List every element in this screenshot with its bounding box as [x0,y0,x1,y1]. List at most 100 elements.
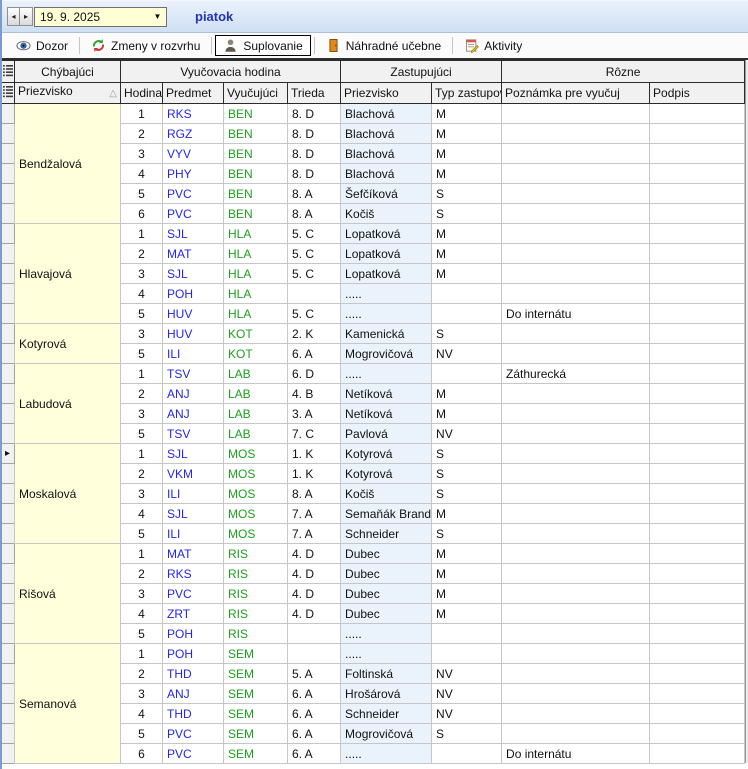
cell-vyucujuci[interactable]: SEM [224,724,288,744]
cell-podpis[interactable] [650,384,745,404]
absent-teacher-cell[interactable]: Moskalová [15,444,121,544]
cell-vyucujuci[interactable]: BEN [224,104,288,124]
cell-hodina[interactable]: 6 [121,744,163,764]
absent-teacher-cell[interactable]: Semanová [15,644,121,764]
cell-podpis[interactable] [650,444,745,464]
cell-vyucujuci[interactable]: BEN [224,124,288,144]
row-selector[interactable] [1,304,15,324]
cell-zastupujuci[interactable]: Blachová [341,164,432,184]
cell-podpis[interactable] [650,584,745,604]
cell-zastupujuci[interactable]: Lopatková [341,224,432,244]
cell-trieda[interactable]: 5. C [288,244,341,264]
cell-poznamka[interactable] [502,224,650,244]
cell-predmet[interactable]: SJL [163,264,224,284]
cell-hodina[interactable]: 2 [121,244,163,264]
cell-predmet[interactable]: ILI [163,524,224,544]
cell-predmet[interactable]: TSV [163,424,224,444]
cell-poznamka[interactable] [502,604,650,624]
cell-poznamka[interactable] [502,204,650,224]
row-selector[interactable] [1,504,15,524]
cell-podpis[interactable] [650,504,745,524]
cell-poznamka[interactable] [502,444,650,464]
row-selector[interactable] [1,464,15,484]
cell-hodina[interactable]: 2 [121,564,163,584]
cell-podpis[interactable] [650,624,745,644]
cell-vyucujuci[interactable]: MOS [224,484,288,504]
cell-hodina[interactable]: 1 [121,444,163,464]
cell-typ-zastupovania[interactable]: NV [432,424,502,444]
cell-vyucujuci[interactable]: LAB [224,384,288,404]
row-selector[interactable] [1,144,15,164]
cell-predmet[interactable]: ANJ [163,404,224,424]
cell-zastupujuci[interactable]: Kamenická [341,324,432,344]
cell-podpis[interactable] [650,424,745,444]
cell-podpis[interactable] [650,644,745,664]
cell-podpis[interactable] [650,604,745,624]
cell-predmet[interactable]: ILI [163,344,224,364]
cell-zastupujuci[interactable]: ..... [341,624,432,644]
cell-vyucujuci[interactable]: MOS [224,504,288,524]
cell-podpis[interactable] [650,684,745,704]
cell-hodina[interactable]: 1 [121,364,163,384]
cell-poznamka[interactable] [502,584,650,604]
cell-typ-zastupovania[interactable] [432,644,502,664]
cell-trieda[interactable]: 8. D [288,124,341,144]
column-group-zastupujuci[interactable]: Zastupujúci [341,61,502,83]
cell-podpis[interactable] [650,364,745,384]
cell-typ-zastupovania[interactable]: M [432,124,502,144]
cell-hodina[interactable]: 2 [121,464,163,484]
cell-hodina[interactable]: 5 [121,304,163,324]
column-group-chybajuci[interactable]: Chýbajúci [15,61,121,83]
row-selector[interactable] [1,164,15,184]
cell-trieda[interactable]: 5. C [288,264,341,284]
cell-typ-zastupovania[interactable]: S [432,184,502,204]
tab-dozor[interactable]: Dozor [8,35,76,56]
cell-vyucujuci[interactable]: RIS [224,584,288,604]
cell-typ-zastupovania[interactable] [432,744,502,764]
tab-aktivity[interactable]: Aktivity [456,35,530,56]
cell-vyucujuci[interactable]: HLA [224,244,288,264]
cell-predmet[interactable]: PHY [163,164,224,184]
cell-typ-zastupovania[interactable]: M [432,144,502,164]
cell-trieda[interactable]: 6. A [288,344,341,364]
cell-podpis[interactable] [650,544,745,564]
cell-poznamka[interactable]: Do internátu [502,744,650,764]
cell-typ-zastupovania[interactable]: S [432,444,502,464]
row-selector[interactable] [1,584,15,604]
cell-podpis[interactable] [650,744,745,764]
cell-poznamka[interactable] [502,264,650,284]
row-selector[interactable] [1,384,15,404]
cell-zastupujuci[interactable]: Mogrovičová [341,344,432,364]
cell-trieda[interactable]: 8. A [288,204,341,224]
cell-vyucujuci[interactable]: KOT [224,344,288,364]
cell-predmet[interactable]: ILI [163,484,224,504]
cell-trieda[interactable]: 3. A [288,404,341,424]
cell-predmet[interactable]: RGZ [163,124,224,144]
cell-hodina[interactable]: 3 [121,484,163,504]
cell-poznamka[interactable] [502,104,650,124]
cell-zastupujuci[interactable]: Lopatková [341,244,432,264]
row-selector[interactable] [1,324,15,344]
cell-predmet[interactable]: RKS [163,564,224,584]
cell-predmet[interactable]: ANJ [163,684,224,704]
cell-vyucujuci[interactable]: RIS [224,564,288,584]
column-header-predmet[interactable]: Predmet [163,83,224,104]
cell-typ-zastupovania[interactable]: S [432,524,502,544]
cell-vyucujuci[interactable]: MOS [224,464,288,484]
cell-poznamka[interactable] [502,544,650,564]
row-selector[interactable] [1,244,15,264]
cell-hodina[interactable]: 2 [121,384,163,404]
cell-vyucujuci[interactable]: LAB [224,364,288,384]
cell-vyucujuci[interactable]: BEN [224,184,288,204]
cell-predmet[interactable]: SJL [163,224,224,244]
cell-typ-zastupovania[interactable] [432,284,502,304]
cell-poznamka[interactable] [502,684,650,704]
cell-typ-zastupovania[interactable]: NV [432,704,502,724]
cell-typ-zastupovania[interactable]: M [432,104,502,124]
cell-zastupujuci[interactable]: ..... [341,304,432,324]
column-header-vyucujuci[interactable]: Vyučujúci [224,83,288,104]
column-group-rozne[interactable]: Rôzne [502,61,745,83]
cell-hodina[interactable]: 5 [121,724,163,744]
row-selector[interactable] [1,404,15,424]
absent-teacher-cell[interactable]: Bendžalová [15,104,121,224]
